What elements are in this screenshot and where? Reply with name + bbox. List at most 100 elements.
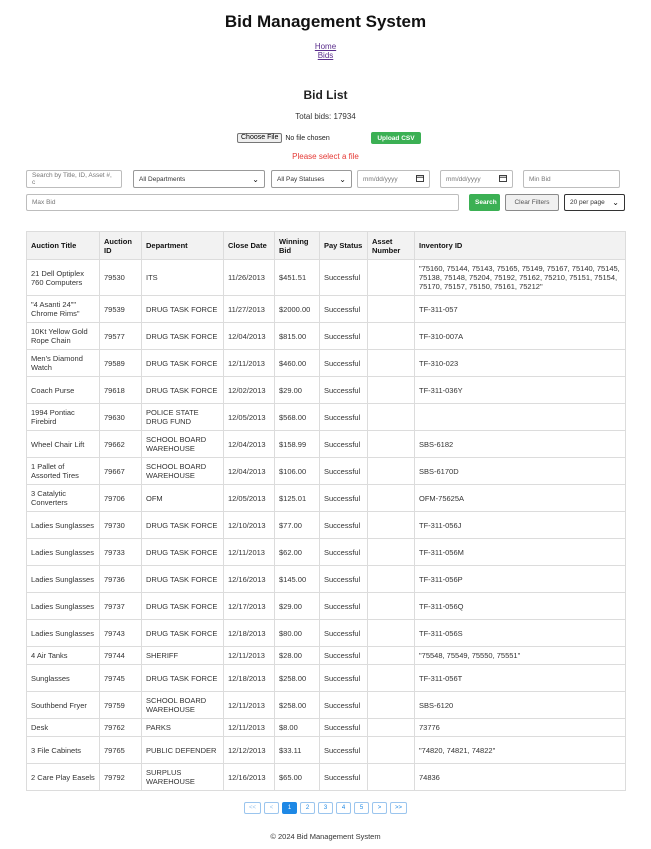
cell-asset-number (367, 349, 415, 377)
per-page-select[interactable]: 20 per page ⌄ (564, 194, 625, 211)
cell-auction-id: 79530 (99, 259, 142, 296)
table-row[interactable]: Ladies Sunglasses 79737 DRUG TASK FORCE 12/… (26, 592, 626, 620)
cell-auction-id: 79736 (99, 565, 142, 593)
search-button[interactable]: Search (469, 194, 500, 211)
table-row[interactable]: "4 Asanti 24"" Chrome Rims" 79539 DRUG TAS… (26, 295, 626, 323)
cell-auction-title: Wheel Chair Lift (26, 430, 100, 458)
calendar-icon[interactable] (499, 174, 507, 184)
table-row[interactable]: Wheel Chair Lift 79662 SCHOOL BOARD WAREHO… (26, 430, 626, 458)
header-inventory-id[interactable]: Inventory ID (414, 231, 626, 260)
choose-file-button[interactable]: Choose File (237, 133, 283, 143)
cell-inventory-id: "75160, 75144, 75143, 75165, 75149, 7516… (414, 259, 626, 296)
cell-department: DRUG TASK FORCE (141, 349, 224, 377)
table-row[interactable]: Ladies Sunglasses 79736 DRUG TASK FORCE 12/… (26, 565, 626, 593)
table-row[interactable]: 21 Dell Optiplex 760 Computers 79530 ITS 11… (26, 259, 626, 296)
cell-department: SURPLUS WAREHOUSE (141, 763, 224, 791)
pay-status-select[interactable]: All Pay Statuses ⌄ (271, 170, 352, 188)
max-bid-input[interactable]: Max Bid (26, 194, 459, 211)
chevron-down-icon: ⌄ (612, 198, 619, 207)
table-row[interactable]: Ladies Sunglasses 79733 DRUG TASK FORCE 12/… (26, 538, 626, 566)
header-close-date[interactable]: Close Date (223, 231, 275, 260)
page-button[interactable]: 4 (336, 802, 351, 814)
date-to-placeholder: mm/dd/yyyy (446, 175, 481, 183)
cell-asset-number (367, 763, 415, 791)
header-winning-bid[interactable]: Winning Bid (274, 231, 320, 260)
cell-department: DRUG TASK FORCE (141, 664, 224, 692)
table-row[interactable]: Desk 79762 PARKS 12/11/2013 $8.00 Successful 7… (26, 718, 626, 737)
cell-auction-id: 79706 (99, 484, 142, 512)
file-status: No file chosen (285, 134, 330, 142)
search-placeholder: Search by Title, ID, Asset #, c (32, 172, 112, 186)
table-row[interactable]: 10Kt Yellow Gold Rope Chain 79577 DRUG TAS… (26, 322, 626, 350)
last-page-button[interactable]: >> (390, 802, 408, 814)
table-row[interactable]: Sunglasses 79745 DRUG TASK FORCE 12/18/2013… (26, 664, 626, 692)
table-row[interactable]: Ladies Sunglasses 79743 DRUG TASK FORCE 12/… (26, 619, 626, 647)
cell-asset-number (367, 403, 415, 431)
cell-inventory-id: "74820, 74821, 74822" (414, 736, 626, 764)
cell-close-date: 12/04/2013 (223, 322, 275, 350)
prev-page-button[interactable]: < (264, 802, 279, 814)
table-row[interactable]: Men's Diamond Watch 79589 DRUG TASK FORCE 1… (26, 349, 626, 377)
table-row[interactable]: 3 Catalytic Converters 79706 OFM 12/05/2013… (26, 484, 626, 512)
cell-asset-number (367, 664, 415, 692)
table-row[interactable]: Ladies Sunglasses 79730 DRUG TASK FORCE 12/… (26, 511, 626, 539)
date-to-input[interactable]: mm/dd/yyyy (440, 170, 513, 188)
cell-auction-title: Men's Diamond Watch (26, 349, 100, 377)
cell-department: DRUG TASK FORCE (141, 565, 224, 593)
page-button[interactable]: 5 (354, 802, 369, 814)
table-row[interactable]: 1 Pallet of Assorted Tires 79667 SCHOOL BO… (26, 457, 626, 485)
header-department[interactable]: Department (141, 231, 224, 260)
cell-pay-status: Successful (319, 430, 368, 458)
cell-close-date: 12/11/2013 (223, 691, 275, 719)
header-pay-status[interactable]: Pay Status (319, 231, 368, 260)
date-from-input[interactable]: mm/dd/yyyy (357, 170, 430, 188)
cell-asset-number (367, 457, 415, 485)
table-row[interactable]: 4 Air Tanks 79744 SHERIFF 12/11/2013 $28.00 S… (26, 646, 626, 665)
cell-pay-status: Successful (319, 376, 368, 404)
header-asset-number[interactable]: Asset Number (367, 231, 415, 260)
table-row[interactable]: Southbend Fryer 79759 SCHOOL BOARD WAREHOU… (26, 691, 626, 719)
table-row[interactable]: 3 File Cabinets 79765 PUBLIC DEFENDER 12/12… (26, 736, 626, 764)
cell-close-date: 12/18/2013 (223, 619, 275, 647)
cell-inventory-id: SBS-6120 (414, 691, 626, 719)
department-value: All Departments (139, 175, 186, 183)
cell-department: DRUG TASK FORCE (141, 322, 224, 350)
search-input[interactable]: Search by Title, ID, Asset #, c (26, 170, 122, 188)
header-auction-title[interactable]: Auction Title (26, 231, 100, 260)
cell-close-date: 12/11/2013 (223, 538, 275, 566)
cell-inventory-id: TF-311-056M (414, 538, 626, 566)
page-button[interactable]: 2 (300, 802, 315, 814)
cell-winning-bid: $258.00 (274, 664, 320, 692)
header-auction-id[interactable]: Auction ID (99, 231, 142, 260)
cell-inventory-id: TF-311-056S (414, 619, 626, 647)
table-row[interactable]: Coach Purse 79618 DRUG TASK FORCE 12/02/201… (26, 376, 626, 404)
cell-close-date: 11/26/2013 (223, 259, 275, 296)
calendar-icon[interactable] (416, 174, 424, 184)
department-select[interactable]: All Departments ⌄ (133, 170, 265, 188)
cell-auction-title: 10Kt Yellow Gold Rope Chain (26, 322, 100, 350)
cell-inventory-id: TF-311-056T (414, 664, 626, 692)
clear-filters-button[interactable]: Clear Filters (505, 194, 559, 211)
cell-auction-title: 3 File Cabinets (26, 736, 100, 764)
page-button[interactable]: 3 (318, 802, 333, 814)
nav-bids-link[interactable]: Bids (0, 51, 651, 60)
next-page-button[interactable]: > (372, 802, 387, 814)
cell-inventory-id: TF-311-056Q (414, 592, 626, 620)
cell-close-date: 12/11/2013 (223, 646, 275, 665)
cell-inventory-id: SBS-6182 (414, 430, 626, 458)
min-bid-placeholder: Min Bid (529, 175, 551, 183)
table-row[interactable]: 2 Care Play Easels 79792 SURPLUS WAREHOUSE… (26, 763, 626, 791)
first-page-button[interactable]: << (243, 802, 261, 814)
min-bid-input[interactable]: Min Bid (523, 170, 620, 188)
upload-csv-button[interactable]: Upload CSV (371, 132, 421, 144)
cell-inventory-id: TF-310-007A (414, 322, 626, 350)
nav-home-link[interactable]: Home (0, 42, 651, 51)
table-row[interactable]: 1994 Pontiac Firebird 79630 POLICE STATE D… (26, 403, 626, 431)
cell-department: OFM (141, 484, 224, 512)
cell-pay-status: Successful (319, 403, 368, 431)
cell-asset-number (367, 430, 415, 458)
table-body: 21 Dell Optiplex 760 Computers 79530 ITS 11… (26, 259, 626, 791)
cell-pay-status: Successful (319, 538, 368, 566)
page-button[interactable]: 1 (282, 802, 297, 814)
cell-close-date: 12/16/2013 (223, 763, 275, 791)
